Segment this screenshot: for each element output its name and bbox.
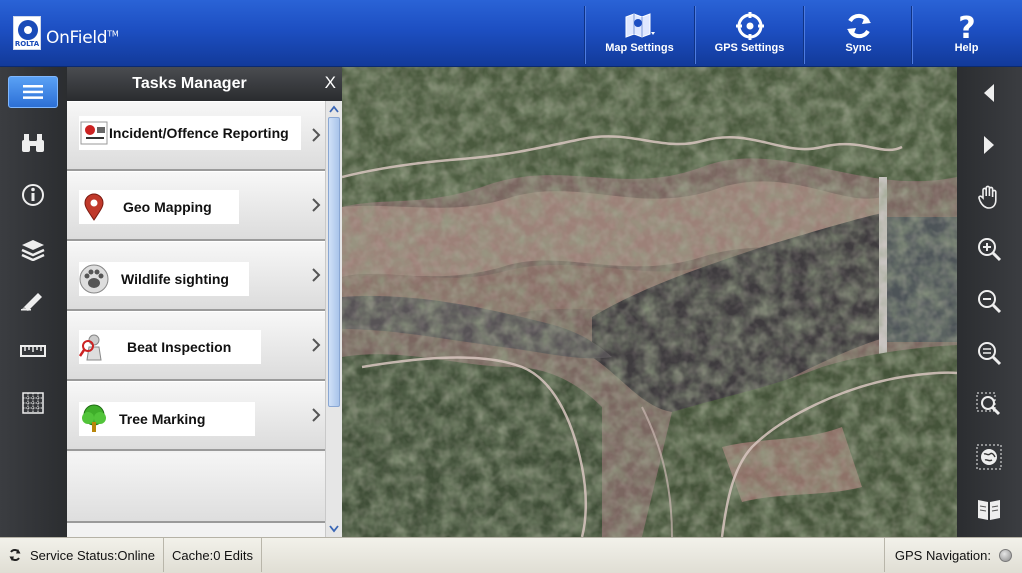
gps-crosshair-icon: [735, 12, 764, 40]
logo-trademark: TM: [107, 29, 119, 39]
zoom-full-icon: [978, 342, 1002, 366]
arrow-left-icon: [984, 84, 994, 102]
gps-navigation-status: GPS Navigation:: [883, 538, 1022, 572]
help-button[interactable]: ? Help: [912, 6, 1020, 64]
info-icon: [22, 184, 44, 206]
sync-label: Sync: [845, 42, 872, 54]
chevron-up-icon: [329, 105, 339, 113]
map-settings-icon: [625, 13, 655, 38]
sketch-button[interactable]: [7, 282, 59, 318]
pan-button[interactable]: [967, 177, 1011, 217]
tasks-manager-header: Tasks Manager X: [67, 67, 342, 101]
binoculars-icon: [22, 134, 44, 152]
sync-button[interactable]: Sync: [804, 6, 912, 64]
next-extent-button[interactable]: [967, 125, 1011, 165]
zoom-window-icon: [976, 392, 1001, 416]
bookmark-book-icon: [978, 500, 1000, 520]
scroll-up-button[interactable]: [327, 103, 341, 115]
chevron-right-icon: [312, 408, 321, 422]
zoom-out-icon: [978, 290, 1002, 314]
menu-icon: [23, 85, 43, 99]
task-empty-row: [67, 453, 325, 523]
satellite-imagery: [342, 67, 957, 537]
task-list-scrollbar[interactable]: [325, 101, 342, 537]
pan-hand-icon: [978, 185, 997, 209]
find-button[interactable]: [7, 125, 59, 161]
gps-settings-button[interactable]: GPS Settings: [695, 6, 803, 64]
scroll-down-button[interactable]: [327, 523, 341, 535]
layers-icon: [21, 240, 45, 261]
zoom-full-button[interactable]: [967, 333, 1011, 373]
task-incident-offence-reporting[interactable]: Incident/Offence Reporting: [67, 101, 325, 171]
task-label: Incident/Offence Reporting: [109, 125, 289, 141]
task-tree-marking[interactable]: Tree Marking: [67, 381, 325, 451]
gps-settings-label: GPS Settings: [714, 42, 785, 54]
incident-report-icon: [80, 121, 108, 145]
cache-status-text: Cache:0 Edits: [172, 547, 253, 563]
zoom-in-icon: [978, 238, 1002, 262]
logo-app-name: OnField: [46, 28, 108, 48]
chevron-right-icon: [312, 198, 321, 212]
sync-icon: [846, 13, 871, 39]
layers-button[interactable]: [7, 232, 59, 268]
zoom-in-button[interactable]: [967, 229, 1011, 269]
close-tasks-button[interactable]: X: [325, 73, 336, 93]
task-list: Incident/Offence Reporting Geo Mapping W…: [67, 101, 325, 537]
refresh-icon[interactable]: [8, 548, 22, 562]
gps-indicator[interactable]: [999, 548, 1012, 562]
help-label: Help: [954, 42, 979, 54]
gps-navigation-label: GPS Navigation:: [894, 547, 991, 563]
help-icon: ?: [958, 12, 975, 40]
pen-icon: [21, 293, 42, 311]
service-status-text: Service Status:Online: [30, 547, 156, 563]
right-toolbar: [957, 67, 1022, 537]
chevron-right-icon: [312, 128, 321, 142]
map-pin-icon: [84, 193, 104, 221]
task-beat-inspection[interactable]: Beat Inspection: [67, 311, 325, 381]
rolta-logo-badge: ROLTA: [13, 16, 41, 50]
service-status: Service Status:Online: [0, 538, 165, 572]
rolta-onfield-logo: ROLTA OnFieldTM: [10, 12, 130, 56]
menu-button[interactable]: [8, 76, 58, 108]
zoom-window-button[interactable]: [967, 385, 1011, 425]
ruler-icon: [20, 345, 46, 357]
app-header: ROLTA OnFieldTM Map Settings GPS Setting…: [0, 0, 1022, 67]
task-label: Geo Mapping: [123, 199, 212, 215]
cache-status: Cache:0 Edits: [164, 538, 262, 572]
tasks-manager-title: Tasks Manager: [132, 75, 247, 92]
globe-extent-icon: [976, 444, 1002, 470]
tasks-manager-panel: Tasks Manager X Incident/Offence Reporti…: [67, 67, 342, 537]
logo-brand-text: ROLTA: [14, 40, 40, 48]
task-label: Wildlife sighting: [121, 271, 229, 287]
chevron-right-icon: [312, 268, 321, 282]
task-geo-mapping[interactable]: Geo Mapping: [67, 171, 325, 241]
map-settings-button[interactable]: Map Settings: [585, 6, 693, 64]
paw-icon: [79, 264, 109, 294]
scroll-thumb[interactable]: [328, 117, 340, 407]
left-toolbar: [0, 67, 67, 537]
measure-button[interactable]: [7, 333, 59, 369]
previous-extent-button[interactable]: [967, 73, 1011, 113]
satellite-map-view[interactable]: [342, 67, 957, 537]
full-extent-button[interactable]: [967, 437, 1011, 477]
svg-text:?: ?: [958, 12, 975, 40]
chevron-right-icon: [312, 338, 321, 352]
bookmarks-button[interactable]: [967, 489, 1011, 529]
task-label: Beat Inspection: [127, 339, 232, 355]
arrow-right-icon: [984, 136, 994, 154]
task-wildlife-sighting[interactable]: Wildlife sighting: [67, 241, 325, 311]
identify-button[interactable]: [7, 177, 59, 213]
grid-icon: [22, 392, 44, 414]
map-settings-label: Map Settings: [605, 42, 674, 54]
grid-button[interactable]: [7, 385, 59, 421]
chevron-down-icon: [329, 525, 339, 533]
tree-icon: [82, 404, 106, 432]
task-label: Tree Marking: [119, 411, 206, 427]
zoom-out-button[interactable]: [967, 281, 1011, 321]
status-bar: Service Status:Online Cache:0 Edits GPS …: [0, 537, 1022, 573]
inspection-icon: [79, 334, 102, 361]
